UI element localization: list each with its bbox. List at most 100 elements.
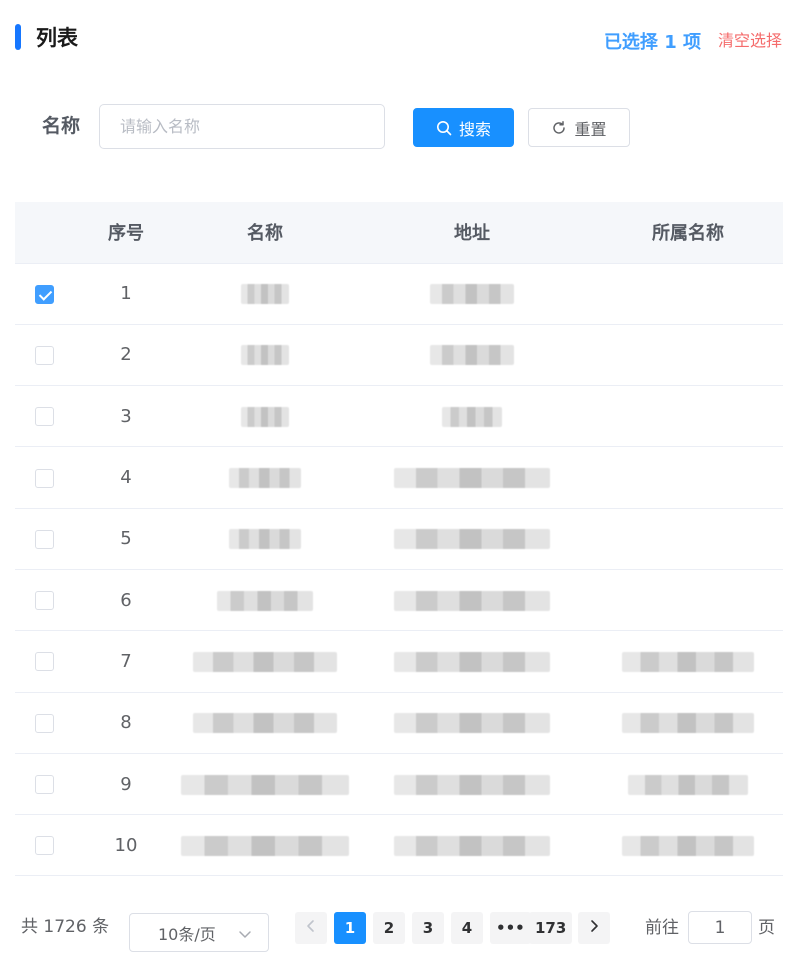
row-checkbox[interactable] bbox=[34, 407, 54, 427]
table-row: 8 bbox=[15, 692, 783, 754]
row-checkbox[interactable] bbox=[34, 713, 54, 733]
row-checkbox-cell bbox=[15, 385, 73, 448]
redacted-text bbox=[394, 590, 550, 611]
redacted-text bbox=[394, 835, 550, 856]
row-owner-cell bbox=[593, 324, 783, 387]
title-accent-bar bbox=[15, 24, 21, 50]
reset-button[interactable]: 重置 bbox=[528, 108, 630, 147]
page-button-1[interactable]: 1 bbox=[334, 912, 366, 944]
name-filter-input[interactable] bbox=[99, 104, 385, 149]
row-checkbox[interactable] bbox=[34, 591, 54, 611]
row-owner-cell bbox=[593, 692, 783, 754]
redacted-text bbox=[622, 651, 754, 672]
row-address-cell bbox=[351, 753, 593, 816]
page-size-select[interactable]: 10条/页 bbox=[129, 913, 269, 952]
row-name-cell bbox=[179, 508, 351, 570]
table-row: 10 bbox=[15, 814, 783, 877]
row-owner-cell bbox=[593, 446, 783, 509]
redacted-text bbox=[229, 529, 301, 550]
row-checkbox[interactable] bbox=[34, 468, 54, 488]
page-button-4[interactable]: 4 bbox=[451, 912, 483, 944]
row-name-cell bbox=[179, 630, 351, 693]
redacted-text bbox=[229, 468, 301, 489]
row-checkbox-cell bbox=[15, 814, 73, 877]
row-owner-cell bbox=[593, 508, 783, 570]
next-page-button[interactable] bbox=[578, 912, 610, 944]
selected-count: 已选择 1 项 bbox=[603, 32, 701, 53]
goto-label: 前往 bbox=[645, 918, 679, 938]
row-address-cell bbox=[351, 569, 593, 632]
table-row: 5 bbox=[15, 508, 783, 570]
redacted-text bbox=[394, 774, 550, 795]
row-checkbox-cell bbox=[15, 692, 73, 754]
table-row: 9 bbox=[15, 753, 783, 816]
row-checkbox-cell bbox=[15, 753, 73, 816]
row-index: 4 bbox=[73, 446, 179, 509]
redacted-text bbox=[442, 406, 502, 427]
column-header-owner: 所属名称 bbox=[593, 202, 783, 264]
row-owner-cell bbox=[593, 814, 783, 877]
redacted-text bbox=[622, 835, 754, 856]
row-owner-cell bbox=[593, 753, 783, 816]
table-row: 2 bbox=[15, 324, 783, 387]
row-name-cell bbox=[179, 324, 351, 387]
row-address-cell bbox=[351, 814, 593, 877]
row-name-cell bbox=[179, 814, 351, 877]
row-index: 5 bbox=[73, 508, 179, 570]
redacted-text bbox=[241, 345, 289, 366]
row-index: 9 bbox=[73, 753, 179, 816]
row-address-cell bbox=[351, 630, 593, 693]
row-checkbox-cell bbox=[15, 446, 73, 509]
row-index: 2 bbox=[73, 324, 179, 387]
row-name-cell bbox=[179, 385, 351, 448]
table-row: 7 bbox=[15, 630, 783, 693]
prev-page-button[interactable] bbox=[295, 912, 327, 944]
row-owner-cell bbox=[593, 263, 783, 325]
row-address-cell bbox=[351, 324, 593, 387]
row-index: 8 bbox=[73, 692, 179, 754]
redacted-text bbox=[193, 713, 337, 734]
redacted-text bbox=[394, 529, 550, 550]
row-checkbox[interactable] bbox=[34, 284, 54, 304]
page-ellipsis-button[interactable]: ••• bbox=[490, 912, 531, 944]
goto-page-unit: 页 bbox=[758, 918, 775, 938]
row-name-cell bbox=[179, 753, 351, 816]
column-header-index: 序号 bbox=[73, 202, 179, 264]
redacted-text bbox=[430, 345, 514, 366]
row-owner-cell bbox=[593, 630, 783, 693]
row-owner-cell bbox=[593, 385, 783, 448]
redacted-text bbox=[181, 835, 349, 856]
row-checkbox[interactable] bbox=[34, 529, 54, 549]
row-address-cell bbox=[351, 446, 593, 509]
redacted-text bbox=[241, 284, 289, 305]
chevron-right-icon bbox=[587, 919, 601, 937]
row-checkbox-cell bbox=[15, 508, 73, 570]
search-button[interactable]: 搜索 bbox=[413, 108, 514, 147]
clear-selection-link[interactable]: 清空选择 bbox=[718, 30, 782, 52]
chevron-left-icon bbox=[304, 919, 318, 937]
reset-button-label: 重置 bbox=[574, 119, 607, 139]
page-size-value: 10条/页 bbox=[158, 924, 216, 944]
name-filter-label: 名称 bbox=[42, 115, 81, 137]
page-button-3[interactable]: 3 bbox=[412, 912, 444, 944]
page-button-2[interactable]: 2 bbox=[373, 912, 405, 944]
table-row: 3 bbox=[15, 385, 783, 448]
row-checkbox[interactable] bbox=[34, 836, 54, 856]
page-title: 列表 bbox=[36, 26, 78, 50]
data-table: 序号 名称 地址 所属名称 1 2 3 4 5 6 7 8 9 10 bbox=[15, 202, 783, 877]
row-checkbox[interactable] bbox=[34, 345, 54, 365]
table-body: 1 2 3 4 5 6 7 8 9 10 bbox=[15, 263, 783, 877]
chevron-down-icon bbox=[238, 926, 252, 945]
redacted-text bbox=[181, 774, 349, 795]
row-checkbox-cell bbox=[15, 324, 73, 387]
row-checkbox[interactable] bbox=[34, 775, 54, 795]
row-address-cell bbox=[351, 692, 593, 754]
table-header-row: 序号 名称 地址 所属名称 bbox=[15, 202, 783, 264]
table-row: 4 bbox=[15, 446, 783, 509]
row-owner-cell bbox=[593, 569, 783, 632]
redacted-text bbox=[622, 713, 754, 734]
row-checkbox[interactable] bbox=[34, 652, 54, 672]
page-button-173[interactable]: 173 bbox=[529, 912, 573, 944]
goto-page-input[interactable] bbox=[688, 911, 752, 944]
row-address-cell bbox=[351, 385, 593, 448]
